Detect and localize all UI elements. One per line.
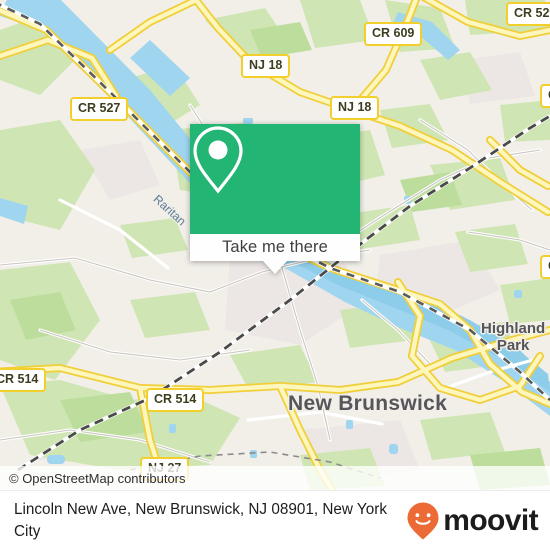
footer-bar: Lincoln New Ave, New Brunswick, NJ 08901… [0,490,550,550]
moovit-map-screenshot: Raritan New Brunswick Highland Park CR 5… [0,0,550,550]
take-me-there-label: Take me there [222,238,328,256]
popup-header [190,124,360,234]
attribution-text[interactable]: © OpenStreetMap contributors [0,471,186,486]
location-popup[interactable]: Take me there [190,124,360,274]
popup-pointer [263,261,287,274]
popup-footer[interactable]: Take me there [190,234,360,261]
moovit-logo[interactable]: moovit [406,501,550,541]
road-shield-edge-lower[interactable]: CR [540,255,550,279]
road-shield-edge-upper[interactable]: CR [540,84,550,108]
city-label-highland-park: Highland Park [481,320,545,354]
moovit-pin-icon [407,502,439,540]
road-shield-nj18-east[interactable]: NJ 18 [330,96,380,120]
road-shield-cr529[interactable]: CR 529 [506,2,550,26]
city-label-highland-park-line1: Highland [481,320,546,337]
address-label: Lincoln New Ave, New Brunswick, NJ 08901… [14,501,387,540]
road-shield-cr527[interactable]: CR 527 [70,97,129,121]
moovit-wordmark: moovit [443,504,538,537]
road-shield-nj18-north[interactable]: NJ 18 [241,54,291,78]
road-shield-cr609[interactable]: CR 609 [364,22,423,46]
map-canvas[interactable]: Raritan New Brunswick Highland Park CR 5… [0,0,550,490]
map-attribution-bar: © OpenStreetMap contributors [0,466,550,490]
city-label-new-brunswick: New Brunswick [288,392,448,415]
city-label-highland-park-line2: Park [496,337,530,354]
road-shield-cr514-east[interactable]: CR 514 [146,388,205,412]
map-pin-icon [193,126,243,194]
road-shield-cr514-west[interactable]: CR 514 [0,368,47,392]
